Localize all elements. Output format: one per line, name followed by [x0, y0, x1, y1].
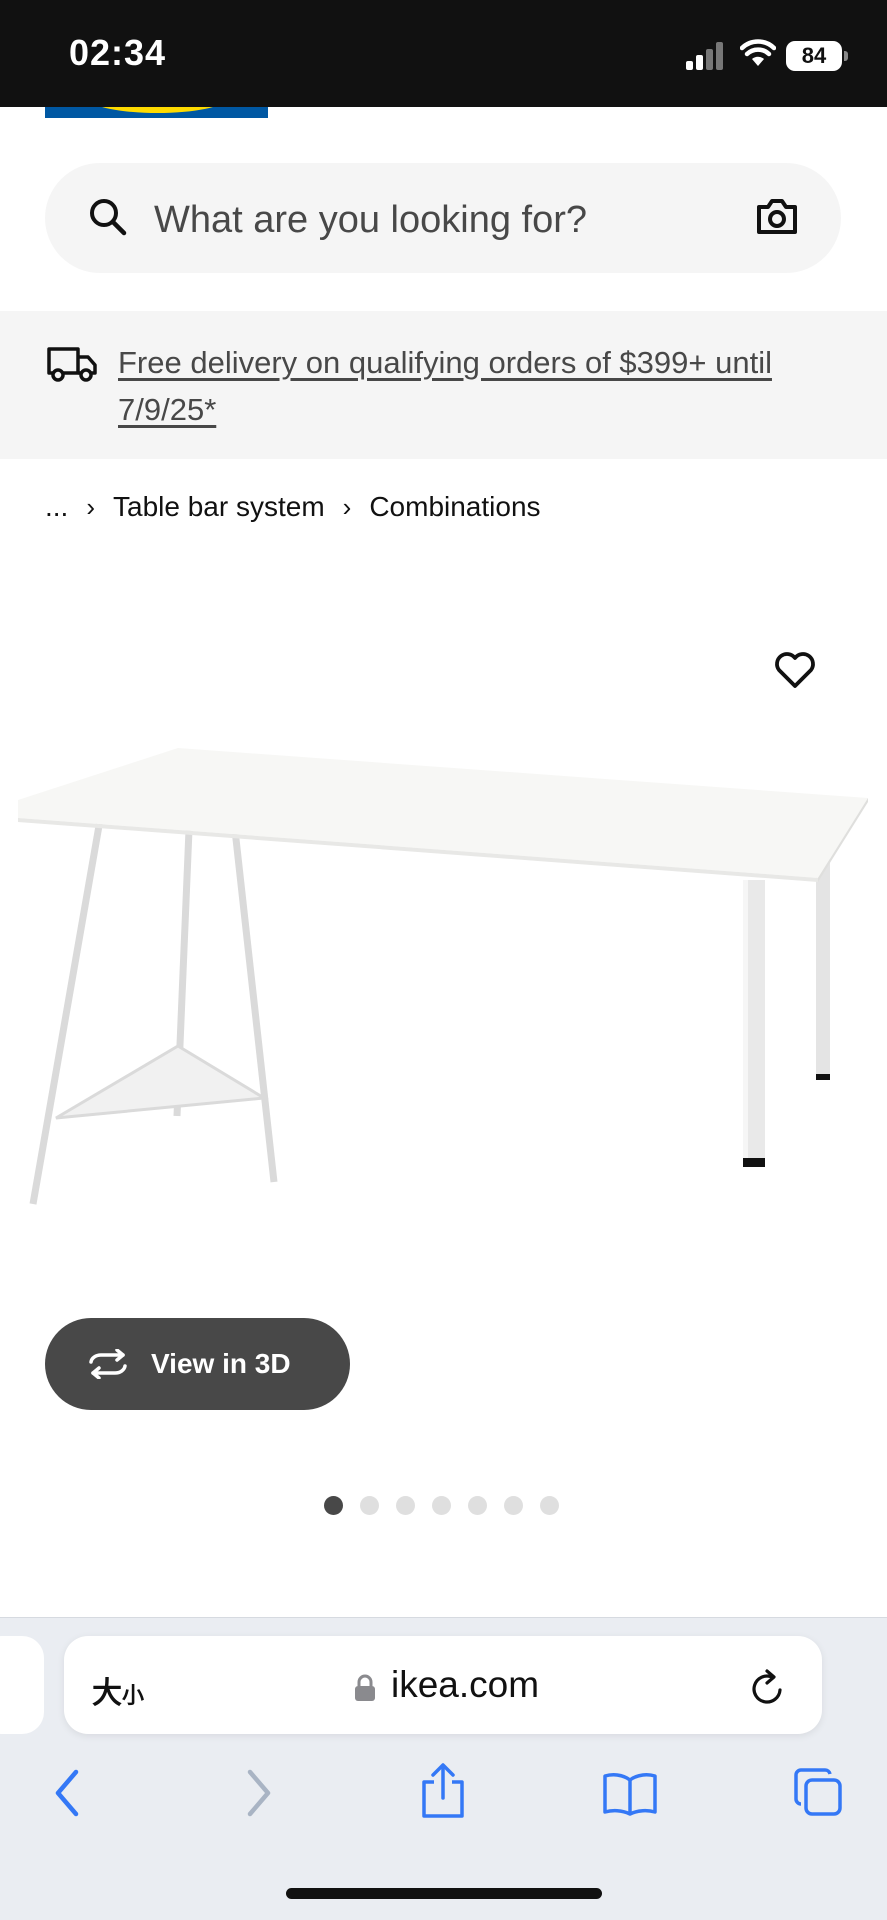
breadcrumb: ... › Table bar system › Combinations: [45, 489, 541, 525]
reload-icon[interactable]: [750, 1668, 786, 1706]
carousel-dot[interactable]: [468, 1496, 487, 1515]
battery-indicator: 84: [786, 41, 848, 71]
carousel-dot[interactable]: [504, 1496, 523, 1515]
forward-icon[interactable]: [242, 1768, 276, 1818]
address-bar[interactable]: 大小 ikea.com: [64, 1636, 822, 1734]
search-bar[interactable]: What are you looking for?: [45, 163, 841, 273]
view-in-3d-button[interactable]: View in 3D: [45, 1318, 350, 1410]
tabs-icon[interactable]: [792, 1766, 844, 1818]
previous-tab-preview[interactable]: [0, 1636, 44, 1734]
share-icon[interactable]: [419, 1762, 467, 1820]
carousel-dot[interactable]: [540, 1496, 559, 1515]
text-size-button[interactable]: 大小: [92, 1668, 144, 1712]
heart-icon[interactable]: [773, 650, 817, 690]
image-carousel-dots: [324, 1496, 559, 1516]
breadcrumb-combinations[interactable]: Combinations: [369, 491, 540, 523]
logo-oval: [90, 107, 225, 113]
text-size-small: 小: [122, 1683, 145, 1708]
cellular-signal-icon: [686, 42, 726, 70]
product-image[interactable]: [0, 720, 887, 1320]
carousel-dot[interactable]: [396, 1496, 415, 1515]
browser-chrome: 大小 ikea.com: [0, 1617, 887, 1920]
free-delivery-link[interactable]: Free delivery on qualifying orders of $3…: [118, 339, 858, 433]
search-icon: [90, 199, 127, 236]
home-indicator[interactable]: [286, 1888, 602, 1899]
ikea-logo[interactable]: [45, 107, 268, 118]
lock-icon: [355, 1674, 375, 1701]
breadcrumb-table-bar-system[interactable]: Table bar system: [113, 491, 325, 523]
chevron-right-icon: ›: [86, 491, 96, 522]
carousel-dot[interactable]: [324, 1496, 343, 1515]
camera-icon[interactable]: [755, 196, 799, 236]
view-in-3d-label: View in 3D: [151, 1348, 291, 1379]
carousel-dot[interactable]: [432, 1496, 451, 1515]
breadcrumb-ellipsis[interactable]: ...: [45, 491, 68, 523]
delivery-truck-icon: [47, 347, 97, 382]
bookmarks-icon[interactable]: [602, 1770, 658, 1816]
carousel-dot[interactable]: [360, 1496, 379, 1515]
rotate-3d-icon: [89, 1349, 127, 1379]
delivery-banner: Free delivery on qualifying orders of $3…: [0, 311, 887, 459]
chevron-right-icon: ›: [342, 491, 352, 522]
wifi-icon: [740, 39, 776, 66]
url-text[interactable]: ikea.com: [391, 1664, 539, 1706]
search-input[interactable]: What are you looking for?: [154, 199, 587, 242]
status-bar: 02:34 84: [0, 0, 887, 107]
page: 02:34 84 What are you looking for? Free …: [0, 0, 887, 1920]
text-size-large: 大: [92, 1677, 122, 1710]
status-time: 02:34: [69, 32, 167, 73]
back-icon[interactable]: [50, 1768, 84, 1818]
